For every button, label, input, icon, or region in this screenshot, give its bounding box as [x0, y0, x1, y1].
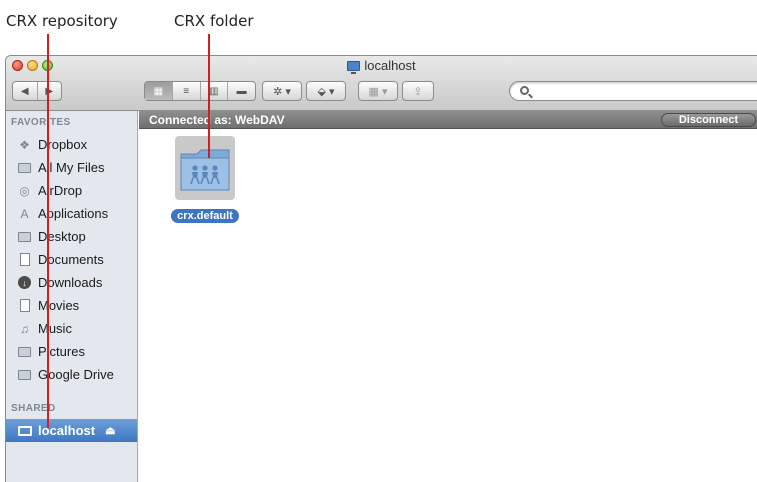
shared-folder-icon — [180, 149, 230, 191]
folder-icon — [17, 368, 32, 381]
dropbox-icon: ❖ — [19, 137, 30, 152]
movies-icon — [17, 299, 32, 312]
sidebar-item-dropbox[interactable]: ❖ Dropbox — [6, 133, 137, 156]
sidebar-item-label: Desktop — [38, 229, 86, 244]
search-field[interactable] — [509, 81, 757, 101]
pictures-icon — [17, 345, 32, 358]
view-mode-buttons: ▦ ≡ ▥ ▬ — [144, 81, 256, 101]
forward-button[interactable]: ▶ — [38, 82, 62, 100]
arrange-icon: ▦ ▾ — [368, 85, 388, 98]
connected-as-text: Connected as: WebDAV — [149, 113, 285, 127]
disconnect-button[interactable]: Disconnect — [661, 113, 756, 127]
gear-icon: ✲ ▾ — [273, 85, 291, 98]
icon-view-button[interactable]: ▦ — [145, 82, 173, 100]
sidebar-item-google-drive[interactable]: Google Drive — [6, 363, 137, 386]
connection-bar: Connected as: WebDAV Disconnect — [139, 111, 757, 129]
icon-view-icon: ▦ — [153, 85, 164, 97]
sidebar-item-pictures[interactable]: Pictures — [6, 340, 137, 363]
sidebar-item-movies[interactable]: Movies — [6, 294, 137, 317]
sidebar-item-applications[interactable]: A Applications — [6, 202, 137, 225]
callout-repository-line — [47, 34, 49, 428]
sidebar-item-label: Google Drive — [38, 367, 114, 382]
sidebar-item-all-my-files[interactable]: All My Files — [6, 156, 137, 179]
desktop-icon — [17, 230, 32, 243]
finder-window: localhost ◀ ▶ ▦ ≡ ▥ ▬ ✲ ▾ ⬙ ▾ ▦ ▾ ⇪ FAVO… — [5, 55, 757, 482]
folder-label: crx.default — [164, 206, 246, 224]
sidebar-item-label: Music — [38, 321, 72, 336]
sidebar-item-label: Pictures — [38, 344, 85, 359]
list-view-button[interactable]: ≡ — [173, 82, 201, 100]
callout-crx-folder-label: CRX folder — [174, 12, 254, 30]
action-menu-button[interactable]: ✲ ▾ — [262, 81, 302, 101]
network-server-icon — [347, 61, 361, 74]
back-forward-buttons: ◀ ▶ — [12, 81, 62, 101]
dropbox-menu-button[interactable]: ⬙ ▾ — [306, 81, 346, 101]
music-icon: ♫ — [20, 321, 29, 336]
window-title-text: localhost — [364, 58, 416, 73]
sidebar-item-label: AirDrop — [38, 183, 83, 198]
applications-icon: A — [20, 206, 29, 221]
callout-folder-line — [208, 34, 210, 158]
sidebar-item-label: Movies — [38, 298, 80, 313]
sidebar-item-localhost[interactable]: localhost ⏏ — [6, 419, 137, 442]
arrange-menu-button[interactable]: ▦ ▾ — [358, 81, 398, 101]
callout-crx-repository-label: CRX repository — [6, 12, 118, 30]
search-icon — [520, 86, 529, 95]
list-view-icon: ≡ — [183, 85, 190, 97]
all-files-icon — [17, 161, 32, 174]
sidebar-item-airdrop[interactable]: ◎ AirDrop — [6, 179, 137, 202]
sidebar-item-music[interactable]: ♫ Music — [6, 317, 137, 340]
window-title: localhost — [6, 58, 757, 74]
sidebar-item-documents[interactable]: Documents — [6, 248, 137, 271]
sidebar-item-label: Dropbox — [38, 137, 88, 152]
sidebar-item-downloads[interactable]: ↓ Downloads — [6, 271, 137, 294]
downloads-icon: ↓ — [17, 276, 32, 289]
sidebar: FAVORITES ❖ Dropbox All My Files ◎ AirDrop… — [6, 111, 138, 482]
sidebar-item-desktop[interactable]: Desktop — [6, 225, 137, 248]
monitor-icon — [17, 424, 32, 437]
column-view-icon: ▥ — [209, 85, 219, 97]
column-view-button[interactable]: ▥ — [201, 82, 229, 100]
coverflow-view-icon: ▬ — [236, 85, 247, 97]
eject-icon[interactable]: ⏏ — [105, 424, 115, 437]
folder-label-text: crx.default — [171, 209, 239, 223]
file-browser-content: crx.default — [139, 130, 757, 482]
back-button[interactable]: ◀ — [13, 82, 38, 100]
documents-icon — [17, 253, 32, 266]
title-bar: localhost ◀ ▶ ▦ ≡ ▥ ▬ ✲ ▾ ⬙ ▾ ▦ ▾ ⇪ — [6, 56, 757, 111]
share-button[interactable]: ⇪ — [402, 81, 434, 101]
dropbox-icon: ⬙ ▾ — [317, 85, 335, 98]
share-icon: ⇪ — [413, 85, 423, 98]
coverflow-view-button[interactable]: ▬ — [228, 82, 255, 100]
airdrop-icon: ◎ — [19, 183, 30, 198]
favorites-heading: FAVORITES — [11, 117, 71, 128]
